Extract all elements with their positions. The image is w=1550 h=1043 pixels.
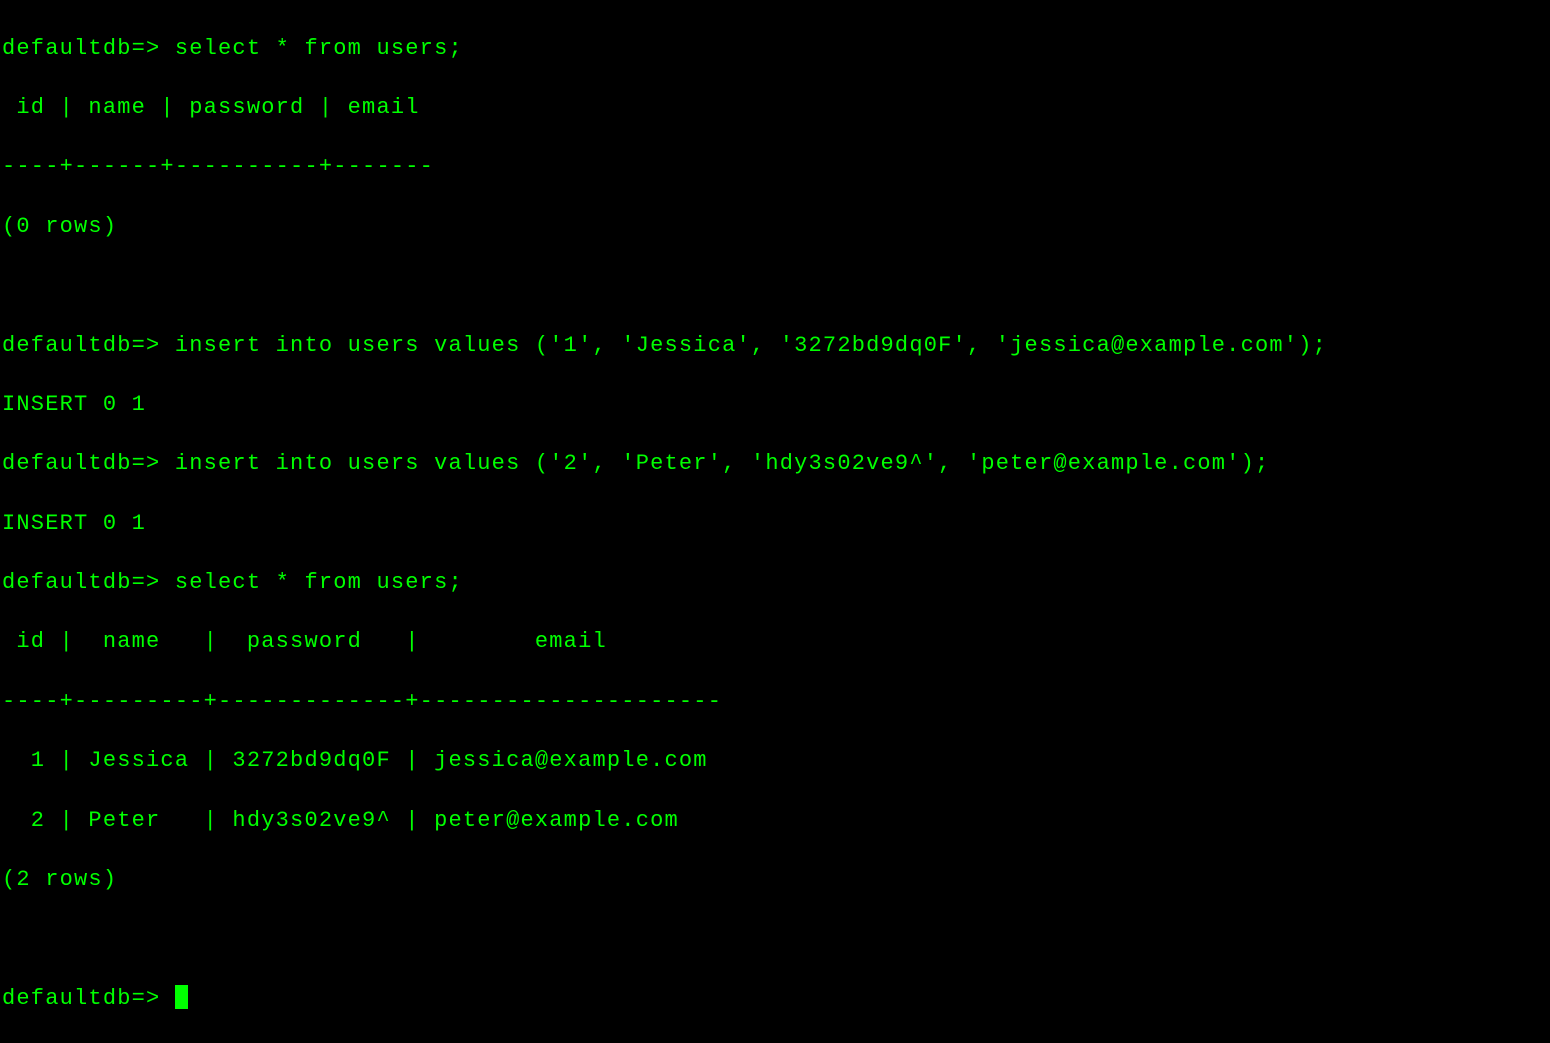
insert-response-1: INSERT 0 1: [2, 390, 1548, 420]
result-divider-2: ----+---------+-------------+-----------…: [2, 687, 1548, 717]
table-row: 2 | Peter | hdy3s02ve9^ | peter@example.…: [2, 806, 1548, 836]
result-header-1: id | name | password | email: [2, 93, 1548, 123]
blank-line: [2, 271, 1548, 301]
result-divider-1: ----+------+----------+-------: [2, 152, 1548, 182]
result-header-2: id | name | password | email: [2, 627, 1548, 657]
blank-line: [2, 924, 1548, 954]
insert-response-2: INSERT 0 1: [2, 509, 1548, 539]
query-line-1: defaultdb=> select * from users;: [2, 34, 1548, 64]
result-rowcount-1: (0 rows): [2, 212, 1548, 242]
terminal-output[interactable]: defaultdb=> select * from users; id | na…: [2, 4, 1548, 1043]
insert-line-1: defaultdb=> insert into users values ('1…: [2, 331, 1548, 361]
prompt-line[interactable]: defaultdb=>: [2, 984, 1548, 1014]
cursor-icon: [175, 985, 188, 1009]
insert-line-2: defaultdb=> insert into users values ('2…: [2, 449, 1548, 479]
result-rowcount-2: (2 rows): [2, 865, 1548, 895]
prompt-text: defaultdb=>: [2, 986, 175, 1011]
query-line-2: defaultdb=> select * from users;: [2, 568, 1548, 598]
table-row: 1 | Jessica | 3272bd9dq0F | jessica@exam…: [2, 746, 1548, 776]
